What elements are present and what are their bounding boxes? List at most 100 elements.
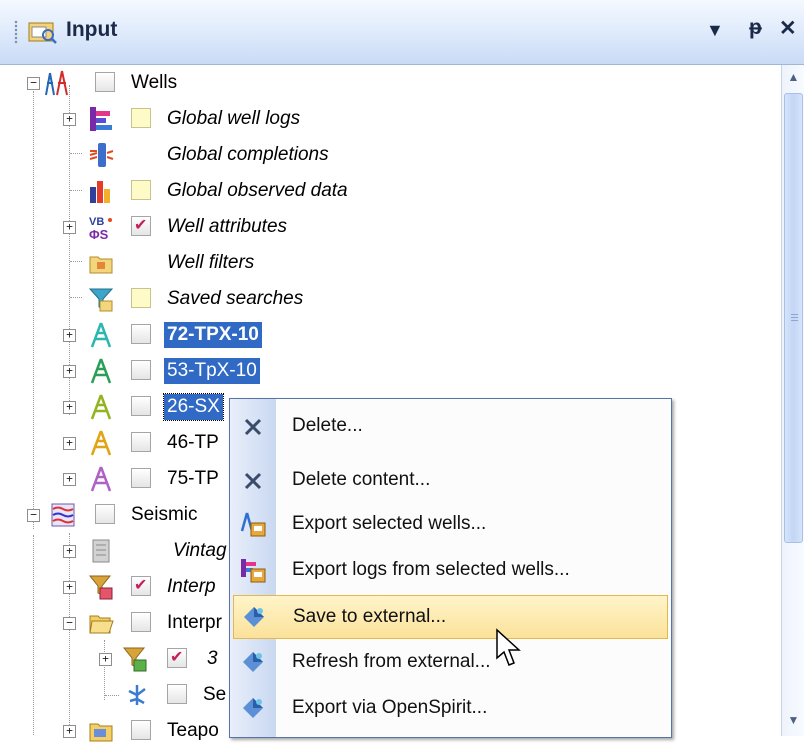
teapot-checkbox[interactable] [131,720,151,740]
grip-handle[interactable] [14,20,18,44]
close-icon[interactable]: ✕ [779,16,797,41]
well-filters-folder-icon [89,256,113,274]
tree-label: 75-TP [167,468,219,489]
well-checkbox[interactable] [131,468,151,488]
global-observed-data-checkbox[interactable] [131,180,151,200]
menu-item-label: Delete content... [292,469,431,490]
tree-node-global-completions[interactable]: Global completions [0,137,780,173]
expand-toggle[interactable]: + [99,653,112,666]
saved-searches-checkbox[interactable] [131,288,151,308]
context-menu: Delete... Delete content... Export selec… [229,398,672,738]
seismic-folder-icon [51,503,75,527]
wells-folder-icon [45,70,68,96]
tree-label: 3 [207,648,218,669]
input-panel-icon [28,22,57,44]
pin-icon[interactable]: ᵽ [749,16,762,40]
well-derrick-icon [90,394,112,420]
expand-toggle[interactable]: + [63,545,76,558]
seismic-tree-icon [128,685,146,705]
openspirit-icon [244,607,264,627]
expand-toggle[interactable]: + [63,365,76,378]
tree-label: Vintag [173,540,227,561]
item-3-checkbox[interactable] [167,647,187,668]
well-checkbox[interactable] [131,360,151,380]
scroll-up-icon[interactable]: ▲ [784,67,803,87]
seismic-checkbox[interactable] [95,504,115,524]
collapse-toggle[interactable]: − [27,77,40,90]
collapse-toggle[interactable]: − [63,617,76,630]
interpretation-folder-checkbox[interactable] [131,612,151,632]
expand-toggle[interactable]: + [63,725,76,738]
well-attributes-icon: VB ΦS [89,216,112,241]
openspirit-icon [243,698,263,718]
well-attributes-checkbox[interactable] [131,215,151,236]
tree-label: Wells [131,72,178,93]
menu-item-export-logs[interactable]: Export logs from selected wells... [233,549,668,593]
filter-folder-icon [122,647,147,672]
delete-x-icon [244,472,262,490]
menu-item-save-to-external[interactable]: Save to external... [233,595,668,639]
menu-item-label: Refresh from external... [292,651,491,672]
tree-label: 46-TP [167,432,219,453]
well-derrick-icon [90,466,112,492]
menu-item-export-selected-wells[interactable]: Export selected wells... [233,503,668,547]
collapse-toggle[interactable]: − [27,509,40,522]
well-checkbox[interactable] [131,432,151,452]
scrollbar-thumb[interactable] [784,93,803,543]
tree-node-global-well-logs[interactable]: + Global well logs [0,101,780,137]
expand-toggle[interactable]: + [63,329,76,342]
menu-item-export-via-openspirit[interactable]: Export via OpenSpirit... [233,687,668,731]
export-logs-icon [241,559,266,583]
tree-label: Interp [167,576,216,597]
saved-searches-icon [88,288,114,312]
tree-label: Se [203,684,227,705]
well-logs-icon [90,107,112,131]
expand-toggle[interactable]: + [63,221,76,234]
item-se-checkbox[interactable] [167,684,187,704]
interpretation-checkbox[interactable] [131,575,151,596]
tree-label: Interpr [167,612,222,633]
openspirit-icon [243,652,263,672]
menu-item-delete[interactable]: Delete... [233,405,668,449]
tree-label: Global well logs [167,108,301,129]
delete-x-icon [244,418,262,436]
wells-checkbox[interactable] [95,72,115,92]
expand-toggle[interactable]: + [63,437,76,450]
menu-item-label: Export selected wells... [292,513,487,534]
well-derrick-icon [90,430,112,456]
menu-item-label: Export via OpenSpirit... [292,697,488,718]
tree-node-well-72-tpx-10[interactable]: + 72-TPX-10 [0,317,780,353]
completions-icon [89,143,114,167]
tree-node-well-filters[interactable]: Well filters [0,245,780,281]
vertical-scrollbar[interactable]: ▲ ▼ [781,65,804,736]
tree-node-saved-searches[interactable]: Saved searches [0,281,780,317]
expand-toggle[interactable]: + [63,473,76,486]
svg-text:ΦS: ΦS [89,227,109,241]
tree-node-global-observed-data[interactable]: Global observed data [0,173,780,209]
tree-node-wells[interactable]: − Wells [0,65,780,101]
export-wells-icon [240,512,266,537]
tree-label: Global observed data [167,180,348,201]
menu-item-refresh-from-external[interactable]: Refresh from external... [233,641,668,685]
tree-node-well-attributes[interactable]: + VB ΦS Well attributes [0,209,780,245]
menu-item-label: Export logs from selected wells... [292,559,570,580]
global-well-logs-checkbox[interactable] [131,108,151,128]
tree-node-well-53-tpx-10[interactable]: + 53-TpX-10 [0,353,780,389]
expand-toggle[interactable]: + [63,581,76,594]
dropdown-arrow-icon[interactable]: ▼ [706,20,724,41]
menu-item-label: Delete... [292,415,363,436]
scroll-grip [791,314,798,322]
well-checkbox[interactable] [131,396,151,416]
expand-toggle[interactable]: + [63,401,76,414]
scroll-down-icon[interactable]: ▼ [784,710,803,730]
well-checkbox[interactable] [131,324,151,344]
interpretation-filter-icon [88,575,113,600]
observed-data-icon [90,181,110,203]
menu-item-label: Save to external... [293,606,447,627]
tree-label: Well filters [167,252,255,273]
menu-item-delete-content[interactable]: Delete content... [233,459,668,503]
open-folder-icon [89,615,114,634]
panel-title-bar: Input ▼ ᵽ ✕ [0,0,804,65]
expand-toggle[interactable]: + [63,113,76,126]
tree-label: Well attributes [167,216,288,237]
